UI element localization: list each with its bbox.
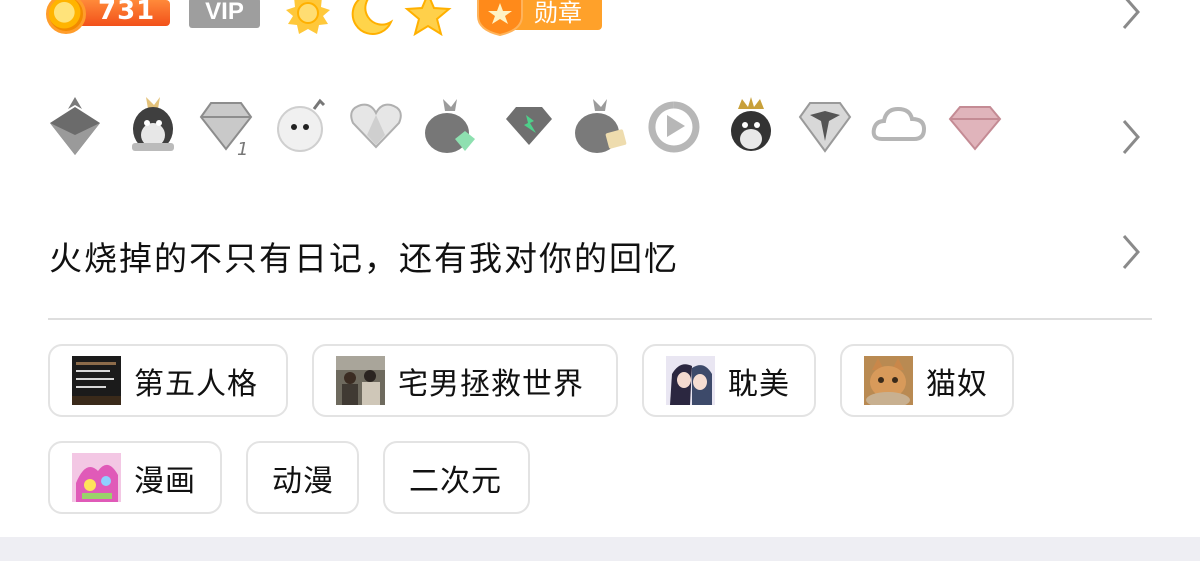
medal-badge[interactable]: 勋章 [474,0,602,36]
vip-badge: VIP [189,0,260,28]
medal-shield-icon [477,0,523,36]
heart-gem-icon [350,103,402,149]
chevron-right-icon[interactable] [1118,0,1144,32]
diamond-subscript: 1 [237,139,248,157]
group-photo-thumbnail [336,356,385,405]
tag-chip[interactable]: 第五人格 [48,344,288,417]
profile-badges-row[interactable]: 731 VIP 勋章 [0,0,1200,40]
gold-card-penguin-icon [575,99,627,153]
tag-label: 二次元 [409,463,502,499]
golden-hat-penguin-icon [132,97,174,151]
play-button-icon [648,101,700,153]
coin-icon [46,0,86,34]
chevron-right-icon[interactable] [1118,232,1144,272]
green-diamond-icon [506,107,552,145]
anime-couple-thumbnail [666,356,715,405]
level-value: 731 [98,0,156,26]
tag-label: 动漫 [272,463,334,499]
tag-chip[interactable]: 二次元 [383,441,530,514]
tag-chip[interactable]: 宅男拯救世界 [312,344,618,417]
bomb-face-icon [277,98,326,152]
tag-label: 第五人格 [134,366,258,402]
king-penguin-icon [731,97,771,151]
grey-crown-penguin-icon [50,97,100,155]
tag-chip[interactable]: 耽美 [642,344,816,417]
sun-icon [286,0,330,34]
tag-label: 耽美 [728,366,790,402]
divider [48,318,1152,320]
pink-manga-thumbnail [72,453,121,502]
green-gem-penguin-icon [425,99,475,153]
diamond-icon: 1 [199,102,253,157]
star-icon [404,0,452,36]
signature-text: 火烧掉的不只有日记，还有我对你的回忆 [49,239,679,278]
moon-icon [351,0,394,35]
tag-chip[interactable]: 漫画 [48,441,222,514]
pink-diamond-icon [948,106,1002,151]
section-separator [0,537,1200,561]
silver-star-diamond-icon [798,102,852,153]
achievement-icons-row[interactable]: 1 [0,95,1200,159]
orange-cat-thumbnail [864,356,913,405]
level-badge: 731 [46,0,170,34]
dark-game-thumbnail [72,356,121,405]
tag-chip[interactable]: 动漫 [246,441,359,514]
tag-label: 漫画 [134,463,196,499]
tag-chip[interactable]: 猫奴 [840,344,1014,417]
tag-label: 宅男拯救世界 [398,366,584,402]
tag-label: 猫奴 [926,366,988,402]
cloud-icon [871,106,927,141]
chevron-right-icon[interactable] [1118,117,1144,157]
